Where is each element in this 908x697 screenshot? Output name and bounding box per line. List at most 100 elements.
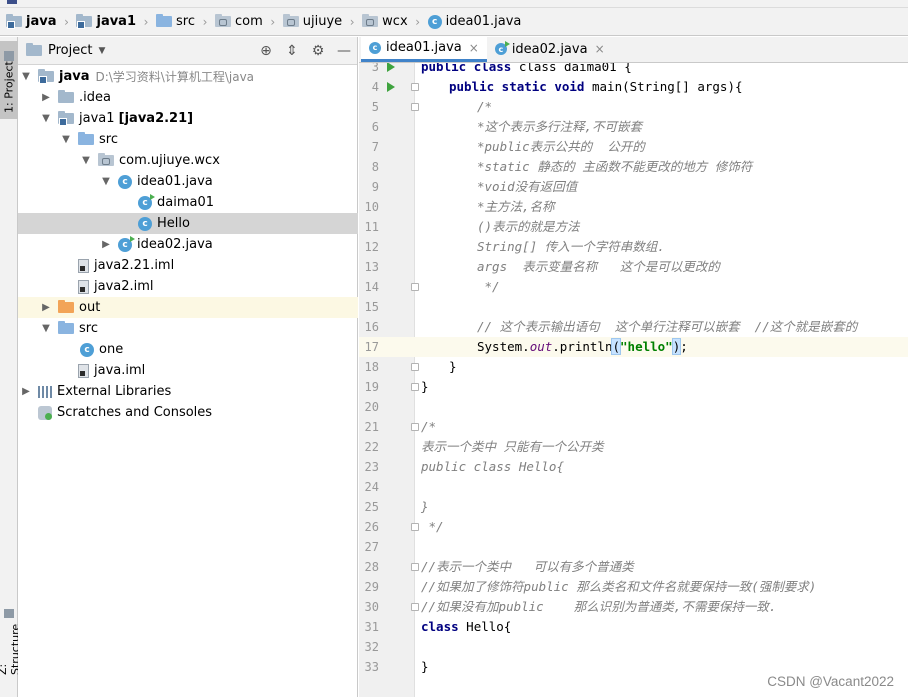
tree-item-idea02[interactable]: ▶ c idea02.java xyxy=(18,234,358,255)
package-icon xyxy=(98,153,114,166)
code-line: 4 public static void main(String[] args){ xyxy=(371,79,743,94)
tab-idea02[interactable]: c idea02.java × xyxy=(487,36,613,62)
tree-item-external-libraries[interactable]: ▶ External Libraries xyxy=(18,381,358,402)
watermark: CSDN @Vacant2022 xyxy=(767,674,894,689)
breadcrumb-java[interactable]: java xyxy=(6,8,56,36)
fold-icon[interactable] xyxy=(411,563,419,571)
fold-icon[interactable] xyxy=(411,523,419,531)
tree-item-java1[interactable]: ▼ java1 [java2.21] xyxy=(18,108,358,129)
code-line: 15 xyxy=(364,300,379,314)
breadcrumb-ujiuye[interactable]: ujiuye xyxy=(282,8,342,36)
folder-icon xyxy=(58,90,74,103)
java-file-icon: c xyxy=(118,174,132,189)
chevron-right-icon: › xyxy=(202,14,208,29)
project-view-icon xyxy=(26,43,42,56)
folder-icon xyxy=(6,14,22,29)
breadcrumb-src[interactable]: src xyxy=(156,8,195,36)
fold-icon[interactable] xyxy=(411,83,419,91)
chevron-down-icon[interactable]: ▼ xyxy=(40,108,52,129)
chevron-down-icon[interactable]: ▼ xyxy=(98,46,105,56)
tree-item-scratches[interactable]: Scratches and Consoles xyxy=(18,402,358,423)
iml-file-icon xyxy=(78,279,89,294)
iml-file-icon xyxy=(78,363,89,378)
chevron-right-icon: › xyxy=(349,14,355,29)
tree-item-idea[interactable]: ▶ .idea xyxy=(18,87,358,108)
tree-item-src[interactable]: ▼ src xyxy=(18,129,358,150)
collapse-all-icon[interactable]: ⇕ xyxy=(279,41,305,61)
chevron-down-icon[interactable]: ▼ xyxy=(40,318,52,339)
code-line: 28//表示一个类中 可以有多个普通类 xyxy=(364,559,634,574)
chevron-right-icon: › xyxy=(415,14,421,29)
left-tool-strip: 1: Project Z: Structure xyxy=(0,37,22,697)
project-icon xyxy=(4,51,14,62)
close-icon[interactable]: × xyxy=(595,42,605,56)
gear-icon[interactable]: ⚙ xyxy=(305,41,331,61)
iml-file-icon xyxy=(78,258,89,273)
tool-tab-structure[interactable]: Z: Structure xyxy=(0,605,22,675)
fold-icon[interactable] xyxy=(411,383,419,391)
chevron-right-icon: › xyxy=(143,14,149,29)
tree-item-idea01[interactable]: ▼ c idea01.java xyxy=(18,171,358,192)
project-tree: ▼ java D:\学习资料\计算机工程\java ▶ .idea ▼ java1 [j… xyxy=(18,66,358,423)
tree-item-out[interactable]: ▶ out xyxy=(18,297,358,318)
java-file-icon: c xyxy=(494,41,510,55)
chevron-down-icon[interactable]: ▼ xyxy=(100,171,112,192)
library-icon xyxy=(38,385,52,398)
code-line: 13 args 表示变量名称 这个是可以更改的 xyxy=(364,259,720,274)
code-line: 9 *void没有返回值 xyxy=(371,179,578,194)
chevron-right-icon[interactable]: ▶ xyxy=(40,87,52,108)
hide-icon[interactable]: — xyxy=(331,41,357,61)
folder-icon xyxy=(58,300,74,313)
tab-idea01[interactable]: c idea01.java × xyxy=(361,36,487,62)
fold-icon[interactable] xyxy=(411,603,419,611)
fold-icon[interactable] xyxy=(411,103,419,111)
chevron-right-icon[interactable]: ▶ xyxy=(40,297,52,318)
code-line: 11 ()表示的就是方法 xyxy=(364,219,580,234)
breadcrumb-com[interactable]: com xyxy=(215,8,263,36)
close-icon[interactable]: × xyxy=(469,41,479,55)
code-line: 30//如果没有加public 那么识别为普通类,不需要保持一致. xyxy=(364,599,777,614)
tree-item-one[interactable]: c one xyxy=(18,339,358,360)
run-icon[interactable] xyxy=(387,82,395,92)
code-line: 18} xyxy=(364,359,457,374)
window-control-fragment xyxy=(7,0,17,4)
fold-icon[interactable] xyxy=(411,283,419,291)
tree-item-src-root[interactable]: ▼ src xyxy=(18,318,358,339)
locate-icon[interactable]: ⊕ xyxy=(253,41,279,61)
fold-icon[interactable] xyxy=(411,363,419,371)
project-view-selector[interactable]: Project xyxy=(48,43,92,58)
code-line: 27 xyxy=(364,540,379,554)
tree-item-java-iml[interactable]: java.iml xyxy=(18,360,358,381)
java-file-icon: c xyxy=(369,41,381,54)
code-line: 16// 这个表示输出语句 这个单行注释可以嵌套 //这个就是嵌套的 xyxy=(364,319,858,334)
chevron-down-icon[interactable]: ▼ xyxy=(80,150,92,171)
code-line: 14 */ xyxy=(364,279,500,294)
code-line: 12 String[] 传入一个字符串数组. xyxy=(364,239,665,254)
breadcrumb-wcx[interactable]: wcx xyxy=(362,8,408,36)
folder-icon xyxy=(58,111,74,126)
fold-icon[interactable] xyxy=(411,423,419,431)
tool-tab-project[interactable]: 1: Project xyxy=(0,41,18,119)
chevron-down-icon[interactable]: ▼ xyxy=(20,66,32,87)
run-icon[interactable] xyxy=(387,63,395,72)
tree-item-java[interactable]: ▼ java D:\学习资料\计算机工程\java xyxy=(18,66,358,87)
breadcrumb-idea01[interactable]: c idea01.java xyxy=(427,8,521,36)
breadcrumb-java1[interactable]: java1 xyxy=(76,8,136,36)
structure-icon xyxy=(4,609,14,618)
tree-item-java2-iml[interactable]: java2.iml xyxy=(18,276,358,297)
chevron-right-icon[interactable]: ▶ xyxy=(20,381,32,402)
folder-icon xyxy=(362,14,379,27)
code-line: 5/* xyxy=(371,99,493,114)
tree-item-hello[interactable]: c Hello xyxy=(18,213,358,234)
code-line: 29//如果加了修饰符public 那么类名和文件名就要保持一致(强制要求) xyxy=(364,579,817,594)
class-icon: c xyxy=(427,14,442,29)
chevron-right-icon[interactable]: ▶ xyxy=(100,234,112,255)
code-line: 24 xyxy=(364,480,379,494)
tree-item-java221-iml[interactable]: java2.21.iml xyxy=(18,255,358,276)
folder-icon xyxy=(58,321,74,334)
tree-item-daima01[interactable]: c daima01 xyxy=(18,192,358,213)
project-panel-header: Project ▼ ⊕ ⇕ ⚙ — xyxy=(18,37,357,65)
code-area[interactable]: 3 public class class daima01 { 4 public st… xyxy=(359,63,908,697)
tree-item-package[interactable]: ▼ com.ujiuye.wcx xyxy=(18,150,358,171)
chevron-down-icon[interactable]: ▼ xyxy=(60,129,72,150)
